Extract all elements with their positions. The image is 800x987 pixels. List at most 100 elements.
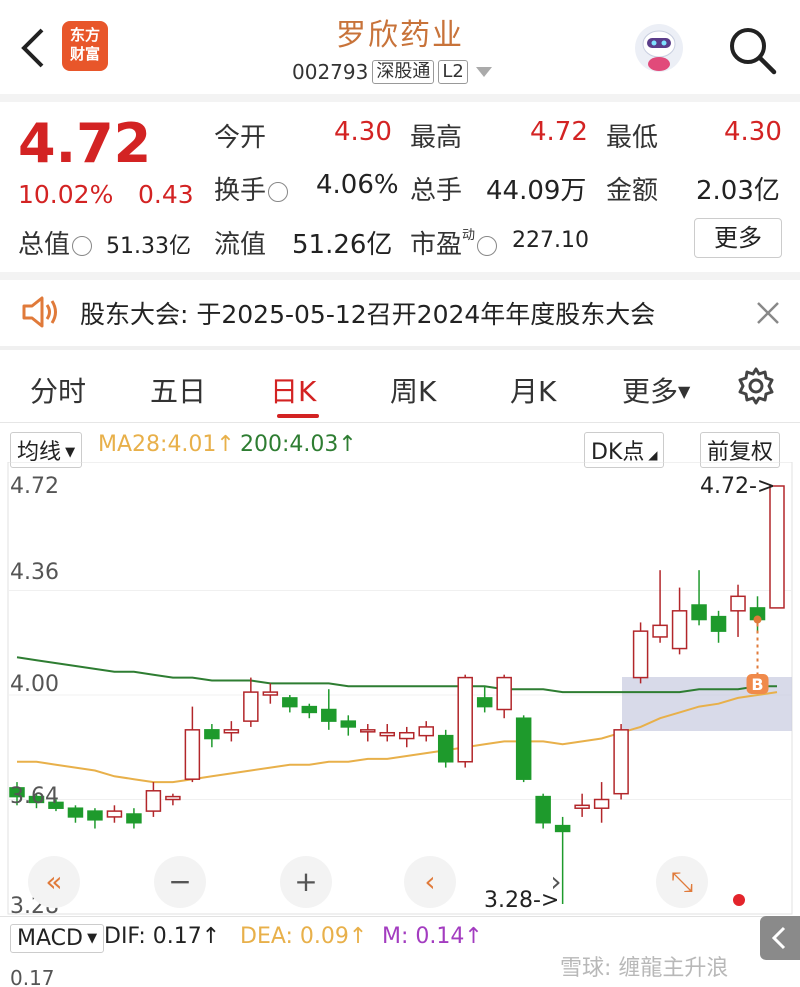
candle-body: [515, 717, 532, 780]
candle-body: [301, 705, 318, 714]
candle-body: [282, 697, 298, 708]
candle: [652, 570, 668, 643]
candle: [418, 721, 434, 742]
pe-sup: 动: [462, 228, 476, 243]
search-icon: [730, 28, 777, 75]
candle: [574, 793, 590, 817]
zoom-in-button[interactable]: +: [280, 856, 332, 908]
candle: [730, 584, 746, 637]
robot-avatar-icon[interactable]: [632, 20, 686, 76]
y-tick-label: 3.64: [10, 784, 59, 809]
chevron-left-icon: [771, 926, 786, 950]
info-icon[interactable]: [477, 235, 498, 256]
candle: [360, 724, 376, 742]
scroll-right-button[interactable]: ›: [530, 856, 582, 908]
speaker-icon: [20, 294, 60, 330]
turnover-value: 4.06%: [316, 170, 399, 200]
notice-text[interactable]: 股东大会: 于2025-05-12召开2024年年度股东大会: [80, 295, 655, 331]
candle: [632, 622, 649, 684]
candle-body: [613, 729, 629, 795]
macd-selector[interactable]: MACD ▼: [10, 924, 105, 953]
candle: [671, 587, 688, 655]
zoom-out-button[interactable]: −: [154, 856, 206, 908]
connect-tag: 深股通: [372, 60, 435, 84]
float-label: 流值: [214, 230, 267, 260]
info-icon[interactable]: [72, 235, 93, 256]
candle: [496, 674, 512, 719]
y-tick-label: 4.72: [10, 474, 59, 499]
tab-intraday[interactable]: 分时: [30, 370, 86, 410]
candle: [243, 677, 259, 727]
macd-axis-label: 0.17: [10, 966, 55, 987]
candle-body: [165, 795, 181, 801]
recording-dot: [733, 894, 745, 906]
amount-label: 金额: [606, 176, 659, 206]
kline-chart[interactable]: B: [0, 462, 800, 924]
settings-button[interactable]: [736, 366, 776, 406]
divider: [0, 272, 800, 280]
candle: [126, 808, 142, 829]
candle-body: [496, 676, 512, 711]
candle-body: [184, 729, 201, 780]
tab-more[interactable]: 更多▼: [622, 370, 690, 410]
more-button[interactable]: 更多: [694, 218, 782, 258]
candle-body: [145, 790, 162, 812]
arrow-up-icon: ↑: [464, 924, 483, 949]
candle-body: [457, 676, 473, 763]
candle: [67, 805, 84, 823]
chevron-down-icon[interactable]: [475, 67, 492, 77]
divider: [0, 422, 800, 423]
turnover-label: 换手: [214, 170, 290, 207]
amount-value: 2.03亿: [696, 176, 780, 206]
caret-down-icon: ▼: [82, 931, 98, 946]
candle: [262, 683, 279, 704]
scroll-left-fast-button[interactable]: «: [28, 856, 80, 908]
level-tag: L2: [438, 60, 468, 84]
candle-body: [593, 798, 610, 809]
candle-body: [554, 824, 571, 833]
candle: [535, 793, 551, 829]
pe-value: 227.10: [512, 228, 589, 253]
tab-daily-k[interactable]: 日K: [270, 370, 316, 410]
scroll-left-button[interactable]: ‹: [404, 856, 456, 908]
candle: [282, 695, 298, 713]
candle: [223, 721, 240, 742]
candle-body: [204, 729, 220, 740]
candle-body: [476, 697, 493, 708]
tab-monthly-k[interactable]: 月K: [510, 370, 556, 410]
candle-body: [360, 729, 376, 733]
candle: [340, 715, 357, 736]
candle: [593, 782, 610, 823]
y-tick-label: 4.36: [10, 560, 59, 585]
candle: [476, 686, 493, 713]
side-collapse-button[interactable]: [760, 916, 800, 960]
close-icon: [757, 302, 779, 324]
candle-body: [730, 595, 746, 612]
dea-label: DEA: 0.09↑: [240, 924, 368, 949]
close-notice-button[interactable]: [754, 299, 782, 327]
stock-code: 002793: [292, 60, 369, 84]
candle: [398, 726, 415, 748]
candle: [87, 808, 103, 829]
mktcap-label: 总值: [18, 224, 94, 261]
y-tick-label: 4.00: [10, 672, 59, 697]
candle-body: [379, 731, 396, 737]
volume-value: 44.09万: [486, 176, 587, 206]
info-icon[interactable]: [268, 181, 289, 202]
m-label: M: 0.14↑: [382, 924, 483, 949]
candle: [301, 703, 318, 719]
tab-five-day[interactable]: 五日: [150, 370, 206, 410]
candle-body: [398, 731, 415, 740]
candle-body: [321, 708, 337, 722]
candle: [379, 724, 396, 742]
buy-marker-label: B: [751, 675, 763, 694]
fullscreen-button[interactable]: ⤡: [656, 856, 708, 908]
arrow-up-icon: ↑: [201, 924, 221, 949]
change-abs: 0.43: [138, 180, 194, 209]
low-label: 最低: [606, 123, 659, 153]
search-button[interactable]: [726, 24, 778, 76]
tab-weekly-k[interactable]: 周K: [390, 370, 436, 410]
candle-body: [574, 804, 590, 809]
high-value: 4.72: [530, 117, 588, 147]
high-label: 最高: [410, 123, 463, 153]
